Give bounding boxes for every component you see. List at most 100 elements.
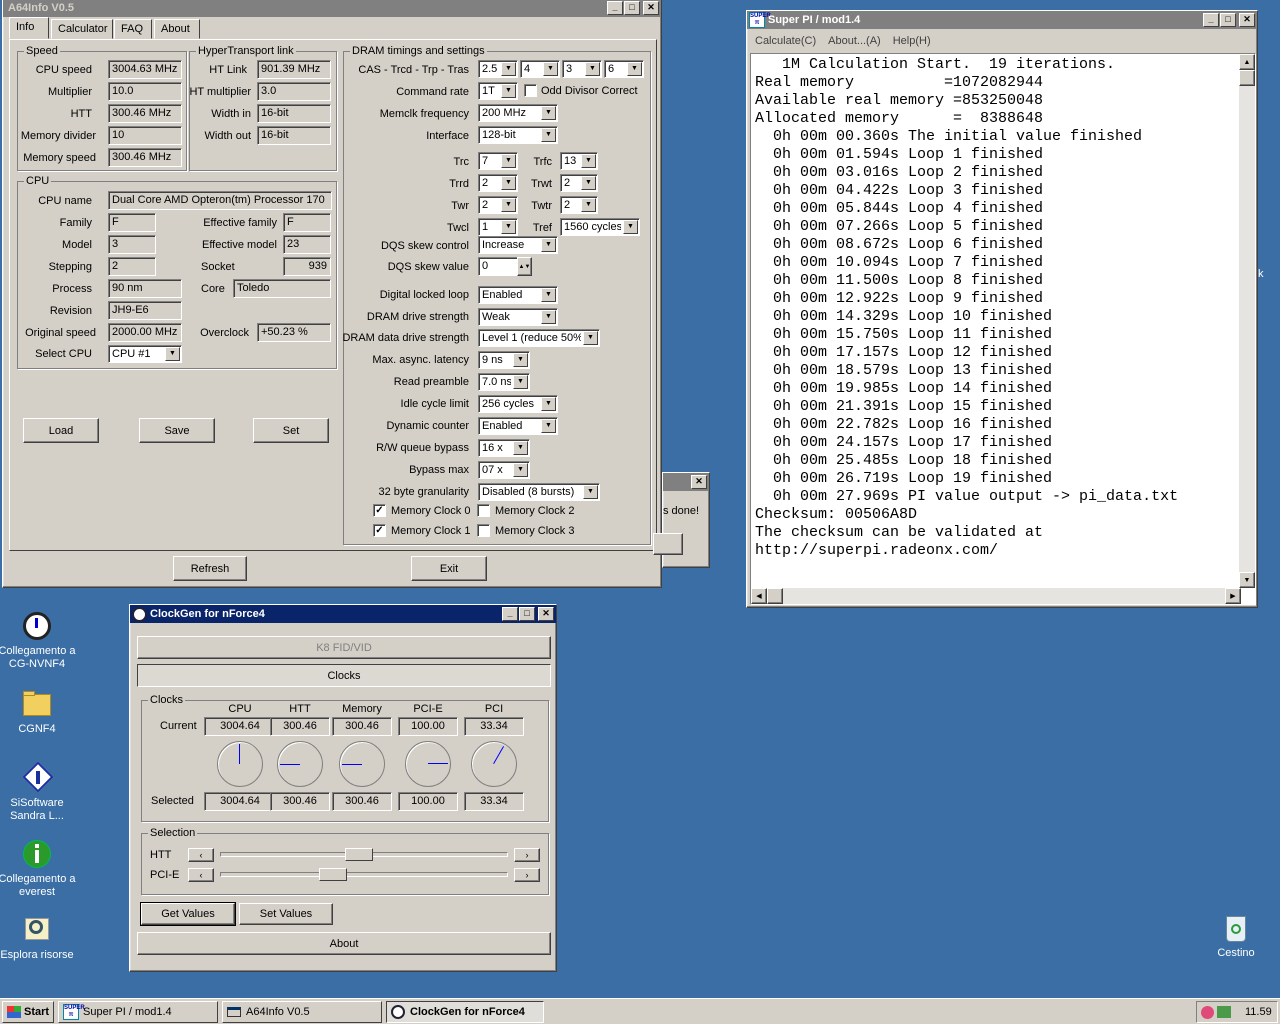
pcie-increase-icon[interactable]: › bbox=[514, 868, 540, 882]
start-button[interactable]: Start bbox=[2, 1001, 54, 1023]
cas-dropdown[interactable]: 2.5 ▼ bbox=[478, 60, 518, 78]
idle-cycle-limit-dropdown[interactable]: 256 cycles ▼ bbox=[478, 395, 558, 413]
menu-help[interactable]: Help(H) bbox=[887, 35, 937, 47]
save-button[interactable]: Save bbox=[139, 418, 215, 443]
maximize-icon[interactable]: □ bbox=[519, 607, 535, 621]
scroll-right-icon[interactable]: ▶ bbox=[1225, 588, 1241, 604]
load-button[interactable]: Load bbox=[23, 418, 99, 443]
desktop-icon-explorer[interactable]: Esplora risorse bbox=[0, 914, 82, 962]
desktop-icon-recycle-bin[interactable]: Cestino bbox=[1191, 912, 1280, 960]
twtr-dropdown[interactable]: 2 ▼ bbox=[560, 196, 598, 214]
memory-clock-3-checkbox[interactable] bbox=[477, 524, 490, 537]
twr-dropdown[interactable]: 2 ▼ bbox=[478, 196, 518, 214]
memory-clock-1-checkbox[interactable]: ✓ bbox=[373, 524, 386, 537]
select-cpu-dropdown[interactable]: CPU #1 ▼ bbox=[108, 345, 182, 363]
menu-calculate[interactable]: Calculate(C) bbox=[749, 35, 822, 47]
spinner-icon[interactable]: ▲▼ bbox=[517, 257, 532, 276]
clocks-button[interactable]: Clocks bbox=[137, 664, 551, 687]
interface-dropdown[interactable]: 128-bit ▼ bbox=[478, 126, 558, 144]
memclk-dropdown[interactable]: 200 MHz ▼ bbox=[478, 104, 558, 122]
bypass-max-dropdown[interactable]: 07 x ▼ bbox=[478, 461, 530, 479]
tab-about[interactable]: About bbox=[154, 19, 200, 39]
close-icon[interactable]: ✕ bbox=[1239, 13, 1255, 27]
read-preamble-dropdown[interactable]: 7.0 ns ▼ bbox=[478, 373, 530, 391]
tray-network-icon[interactable] bbox=[1217, 1006, 1231, 1018]
set-button[interactable]: Set bbox=[253, 418, 329, 443]
horizontal-scrollbar[interactable]: ◀ ▶ bbox=[751, 588, 1241, 604]
taskbar-item-clockgen[interactable]: ClockGen for nForce4 bbox=[386, 1001, 544, 1023]
clockgen-window[interactable]: ClockGen for nForce4 _ □ ✕ K8 FID/VID Cl… bbox=[129, 604, 557, 972]
superpi-window[interactable]: SUPER π Super PI / mod1.4 _ □ ✕ Calculate… bbox=[746, 10, 1258, 608]
desktop-icon-sandra[interactable]: SiSoftware Sandra L... bbox=[0, 761, 82, 823]
vertical-scrollbar[interactable]: ▲ ▼ bbox=[1239, 54, 1255, 588]
trrd-dropdown[interactable]: 2 ▼ bbox=[478, 174, 518, 192]
trwt-dropdown[interactable]: 2 ▼ bbox=[560, 174, 598, 192]
taskbar-item-a64info[interactable]: A64Info V0.5 bbox=[222, 1001, 382, 1023]
scroll-thumb[interactable] bbox=[1239, 70, 1255, 86]
hscroll-thumb[interactable] bbox=[767, 588, 783, 604]
desktop-icon-cgnf4[interactable]: CGNF4 bbox=[0, 688, 82, 736]
minimize-icon[interactable]: _ bbox=[607, 1, 623, 15]
scroll-down-icon[interactable]: ▼ bbox=[1239, 572, 1255, 588]
clockgen-titlebar[interactable]: ClockGen for nForce4 _ □ ✕ bbox=[130, 605, 556, 623]
tref-dropdown[interactable]: 1560 cycles ▼ bbox=[560, 218, 640, 236]
trc-dropdown[interactable]: 7 ▼ bbox=[478, 152, 518, 170]
dynamic-counter-dropdown[interactable]: Enabled ▼ bbox=[478, 417, 558, 435]
dqs-skew-value-field[interactable]: 0 bbox=[478, 257, 518, 276]
menu-about[interactable]: About...(A) bbox=[822, 35, 887, 47]
tras-dropdown[interactable]: 6 ▼ bbox=[604, 60, 644, 78]
dqs-skew-control-dropdown[interactable]: Increase ▼ bbox=[478, 236, 558, 254]
desktop-icon-cg-nvnf4[interactable]: Collegamento a CG-NVNF4 bbox=[0, 610, 82, 671]
minimize-icon[interactable]: _ bbox=[1203, 13, 1219, 27]
get-values-button[interactable]: Get Values bbox=[140, 902, 236, 926]
memory-clock-0-checkbox[interactable]: ✓ bbox=[373, 504, 386, 517]
scroll-up-icon[interactable]: ▲ bbox=[1239, 54, 1255, 70]
tab-faq[interactable]: FAQ bbox=[114, 19, 152, 39]
twcl-dropdown[interactable]: 1 ▼ bbox=[478, 218, 518, 236]
tray-gear-icon[interactable] bbox=[1201, 1005, 1214, 1019]
max-async-latency-dropdown[interactable]: 9 ns ▼ bbox=[478, 351, 530, 369]
maximize-icon[interactable]: □ bbox=[1220, 13, 1236, 27]
dram-data-drive-strength-dropdown[interactable]: Level 1 (reduce 50%) ▼ bbox=[478, 329, 600, 347]
minimize-icon[interactable]: _ bbox=[502, 607, 518, 621]
trp-dropdown[interactable]: 3 ▼ bbox=[562, 60, 602, 78]
k8-fidvid-button[interactable]: K8 FID/VID bbox=[137, 636, 551, 659]
digital-locked-loop-dropdown[interactable]: Enabled ▼ bbox=[478, 286, 558, 304]
tab-info[interactable]: Info bbox=[9, 17, 49, 39]
htt-slider-thumb[interactable] bbox=[344, 848, 373, 861]
rw-queue-bypass-dropdown[interactable]: 16 x ▼ bbox=[478, 439, 530, 457]
column-header-memory: Memory bbox=[342, 703, 382, 715]
about-button[interactable]: About bbox=[137, 932, 551, 955]
taskbar-item-superpi[interactable]: SUPER π Super PI / mod1.4 bbox=[58, 1001, 218, 1023]
refresh-button[interactable]: Refresh bbox=[173, 556, 247, 581]
dram-drive-strength-dropdown[interactable]: Weak ▼ bbox=[478, 308, 558, 326]
close-icon[interactable]: ✕ bbox=[643, 1, 659, 15]
desktop-icon-everest[interactable]: Collegamento a everest bbox=[0, 838, 82, 899]
superpi-output[interactable]: 1M Calculation Start. 19 iterations. Real… bbox=[750, 53, 1256, 605]
scroll-left-icon[interactable]: ◀ bbox=[751, 588, 767, 604]
trcd-dropdown[interactable]: 4 ▼ bbox=[520, 60, 560, 78]
dialog-ok-button[interactable] bbox=[653, 533, 683, 555]
superpi-titlebar[interactable]: SUPER π Super PI / mod1.4 _ □ ✕ bbox=[747, 11, 1257, 29]
memory-clock-2-checkbox[interactable] bbox=[477, 504, 490, 517]
pcie-decrease-icon[interactable]: ‹ bbox=[188, 868, 214, 882]
htt-slider[interactable] bbox=[220, 848, 508, 862]
a64info-titlebar[interactable]: A64Info V0.5 _ □ ✕ bbox=[3, 0, 661, 17]
current-pci-field: 33.34 bbox=[464, 717, 524, 736]
close-icon[interactable]: ✕ bbox=[538, 607, 554, 621]
a64info-window[interactable]: A64Info V0.5 _ □ ✕ Info Calculator FAQ A… bbox=[2, 0, 662, 588]
exit-button[interactable]: Exit bbox=[411, 556, 487, 581]
command-rate-dropdown[interactable]: 1T ▼ bbox=[478, 82, 518, 100]
htt-increase-icon[interactable]: › bbox=[514, 848, 540, 862]
htt-decrease-icon[interactable]: ‹ bbox=[188, 848, 214, 862]
pcie-slider[interactable] bbox=[220, 868, 508, 882]
trfc-dropdown[interactable]: 13 ▼ bbox=[560, 152, 598, 170]
tab-calculator[interactable]: Calculator bbox=[51, 19, 113, 39]
maximize-icon[interactable]: □ bbox=[624, 1, 640, 15]
close-icon[interactable]: ✕ bbox=[691, 475, 707, 489]
odd-divisor-checkbox[interactable] bbox=[524, 84, 537, 97]
set-values-button[interactable]: Set Values bbox=[239, 903, 333, 925]
pcie-slider-thumb[interactable] bbox=[318, 868, 347, 881]
background-dialog[interactable]: ✕ s done! bbox=[653, 472, 710, 568]
granularity-dropdown[interactable]: Disabled (8 bursts) ▼ bbox=[478, 483, 600, 501]
